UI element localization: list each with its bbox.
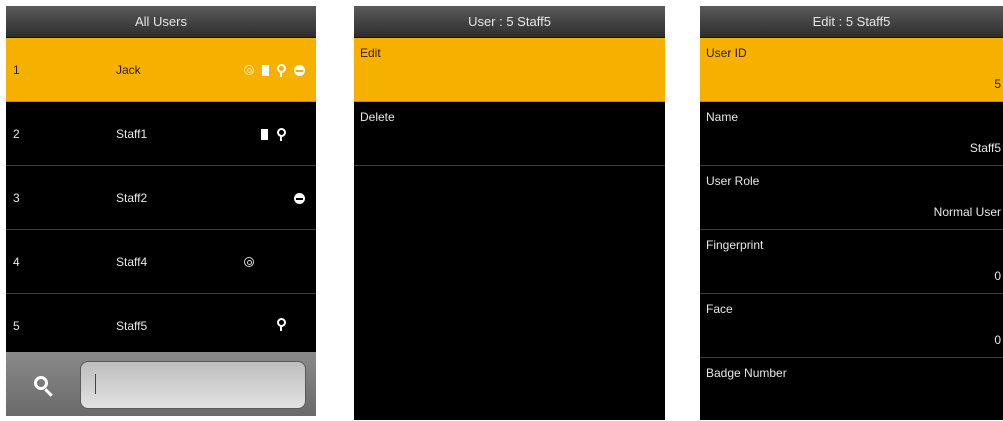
card-icon — [261, 129, 268, 140]
user-row[interactable]: 4 Staff4 — [6, 230, 316, 294]
field-user-role[interactable]: User Role Normal User — [700, 166, 1003, 230]
face-icon — [294, 193, 305, 204]
field-badge-number[interactable]: Badge Number — [700, 358, 1003, 420]
field-label: Face — [706, 302, 733, 316]
field-label: Badge Number — [706, 366, 787, 380]
fingerprint-icon — [244, 65, 254, 75]
user-menu-screen: User : 5 Staff5 Edit Delete — [354, 6, 665, 420]
key-icon — [276, 64, 286, 77]
field-value: 0 — [994, 333, 1001, 347]
user-number: 2 — [13, 127, 20, 141]
field-value: 0 — [994, 269, 1001, 283]
search-bar — [6, 352, 316, 416]
user-row[interactable]: 3 Staff2 — [6, 166, 316, 230]
user-row[interactable]: 5 Staff5 — [6, 294, 316, 352]
user-name: Jack — [116, 63, 141, 77]
field-name[interactable]: Name Staff5 — [700, 102, 1003, 166]
screen-title: Edit : 5 Staff5 — [700, 6, 1003, 38]
user-number: 1 — [13, 63, 20, 77]
user-row[interactable]: 1 Jack — [6, 38, 316, 102]
text-caret — [95, 374, 96, 394]
field-label: Name — [706, 110, 739, 124]
field-label: User ID — [706, 46, 747, 60]
key-icon — [276, 318, 286, 331]
field-label: User Role — [706, 174, 760, 188]
field-label: Fingerprint — [706, 238, 764, 252]
field-fingerprint[interactable]: Fingerprint 0 — [700, 230, 1003, 294]
menu-item-delete[interactable]: Delete — [354, 102, 665, 166]
search-input[interactable] — [80, 361, 306, 409]
field-value: 5 — [994, 77, 1001, 91]
user-name: Staff4 — [116, 255, 148, 269]
user-number: 3 — [13, 191, 20, 205]
face-icon — [294, 65, 305, 76]
edit-user-screen: Edit : 5 Staff5 User ID 5 Name Staff5 Us… — [700, 6, 1003, 420]
card-icon — [262, 65, 269, 76]
screen-title: All Users — [6, 6, 316, 38]
field-face[interactable]: Face 0 — [700, 294, 1003, 358]
user-row[interactable]: 2 Staff1 — [6, 102, 316, 166]
screen-title: User : 5 Staff5 — [354, 6, 665, 38]
field-value: Staff5 — [969, 141, 1001, 155]
field-user-id[interactable]: User ID 5 — [700, 38, 1003, 102]
user-name: Staff1 — [116, 127, 148, 141]
fingerprint-icon — [244, 257, 254, 267]
user-number: 4 — [13, 255, 20, 269]
user-name: Staff2 — [116, 191, 148, 205]
user-name: Staff5 — [116, 319, 148, 333]
all-users-screen: All Users 1 Jack 2 Staff1 3 Staff2 4 Sta… — [6, 6, 316, 416]
search-button[interactable] — [20, 366, 68, 406]
menu-item-edit[interactable]: Edit — [354, 38, 665, 102]
field-value: Normal User — [933, 205, 1001, 219]
user-number: 5 — [13, 319, 20, 333]
key-icon — [276, 128, 286, 141]
